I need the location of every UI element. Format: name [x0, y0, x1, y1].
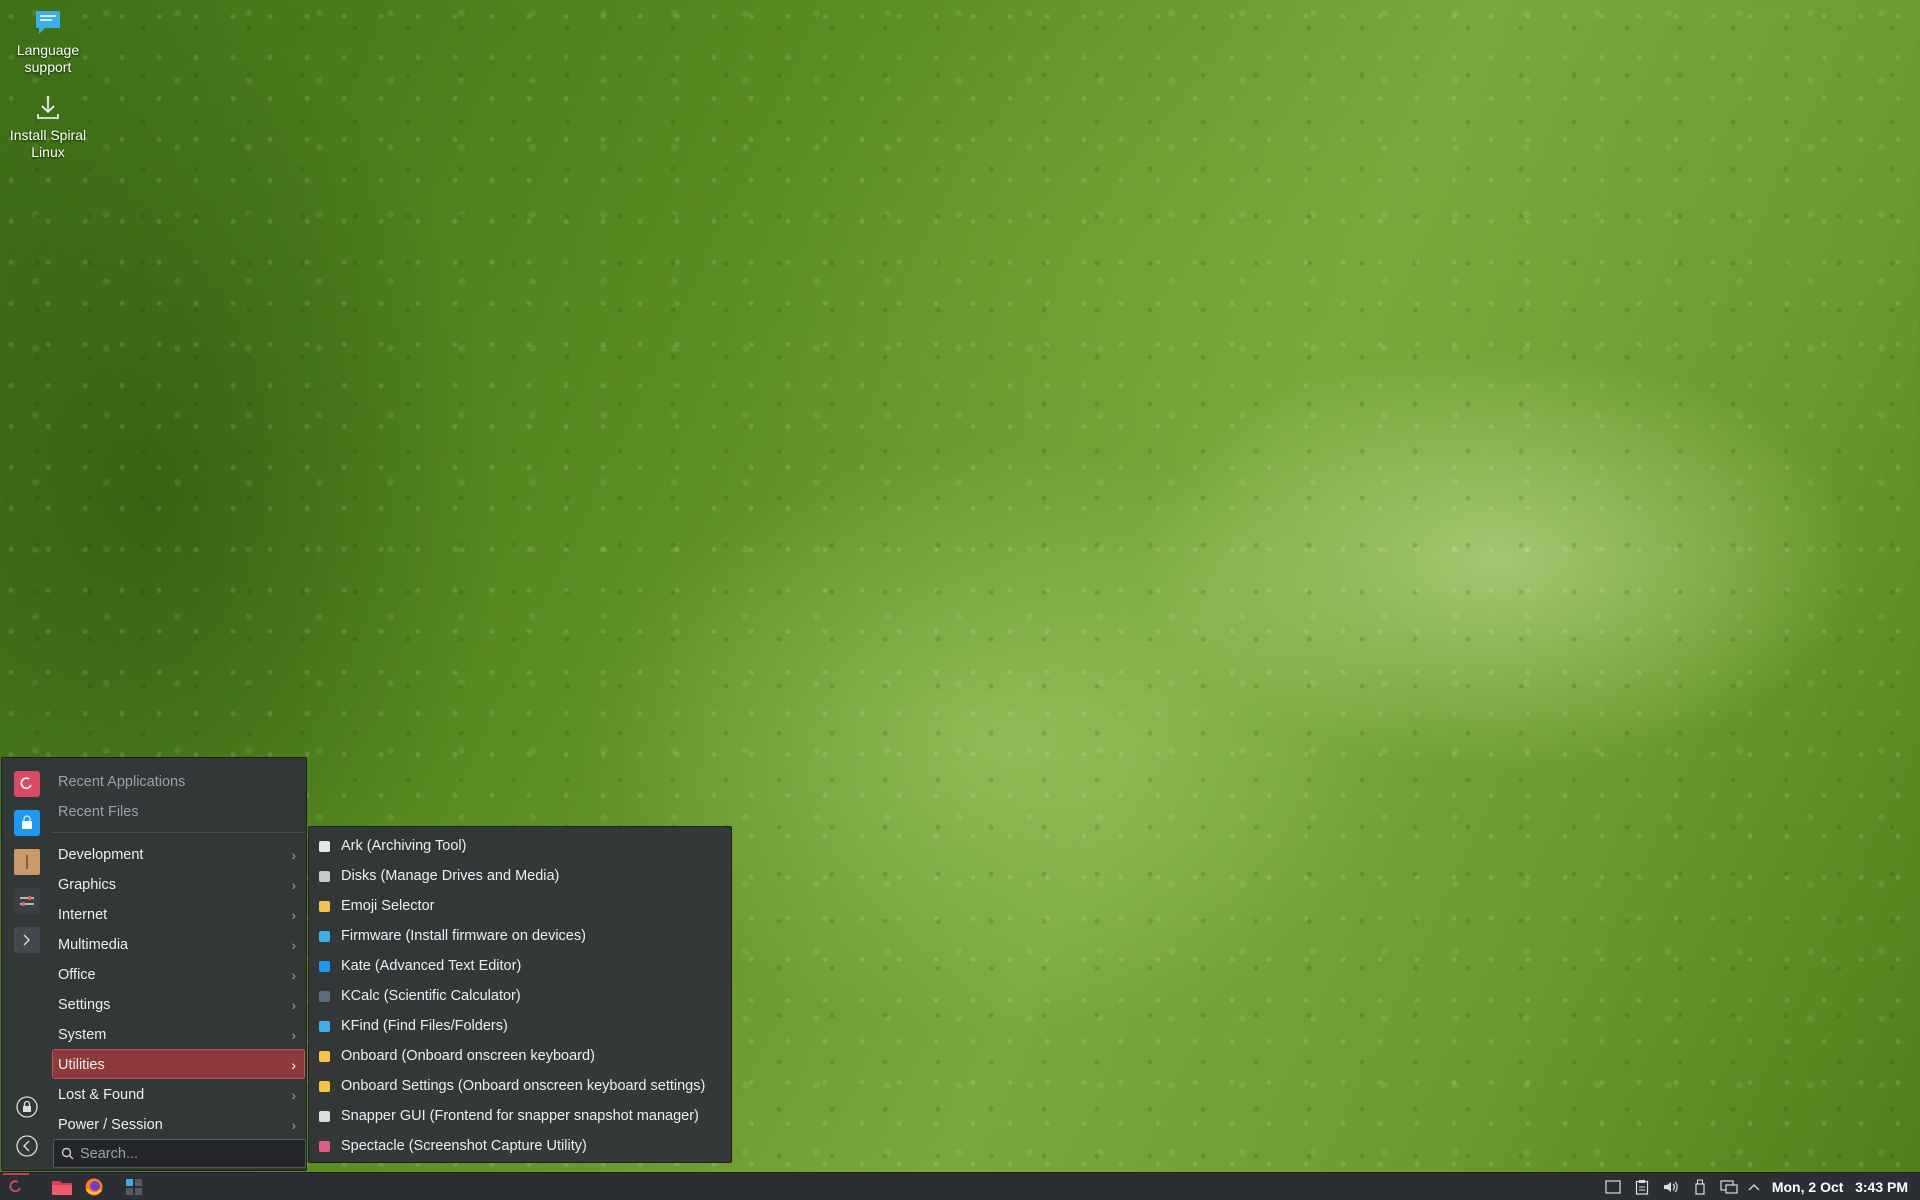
desktop-icon-install[interactable]: Install Spiral Linux — [0, 93, 96, 161]
submenu-item-label: Disks (Manage Drives and Media) — [341, 868, 560, 884]
desktop-icon-language-support[interactable]: Language support — [0, 8, 96, 76]
snapshot-icon — [317, 1109, 331, 1123]
menu-item-recent-files[interactable]: Recent Files — [52, 796, 305, 826]
sliders-icon[interactable] — [14, 888, 40, 914]
pager-icon[interactable] — [118, 1173, 150, 1200]
utilities-submenu: Ark (Archiving Tool) Disks (Manage Drives… — [308, 826, 732, 1163]
emoji-icon — [317, 899, 331, 913]
calculator-icon — [317, 989, 331, 1003]
chip-icon — [317, 929, 331, 943]
submenu-item[interactable]: KFind (Find Files/Folders) — [309, 1011, 731, 1041]
application-menu: Recent Applications Recent Files Develop… — [1, 757, 307, 1171]
submenu-item-label: Ark (Archiving Tool) — [341, 838, 467, 854]
submenu-item[interactable]: Ark (Archiving Tool) — [309, 831, 731, 861]
submenu-item[interactable]: Onboard Settings (Onboard onscreen keybo… — [309, 1071, 731, 1101]
favorites-rail — [2, 758, 50, 1170]
menu-item-system[interactable]: System › — [52, 1019, 305, 1049]
menu-item-lost-and-found[interactable]: Lost & Found › — [52, 1079, 305, 1109]
submenu-item-label: Emoji Selector — [341, 898, 435, 914]
desktop-icon-label: Language support — [16, 42, 80, 75]
submenu-item[interactable]: Firmware (Install firmware on devices) — [309, 921, 731, 951]
chevron-right-icon: › — [291, 1117, 296, 1133]
back-arrow-icon[interactable] — [14, 1133, 40, 1159]
kate-icon — [317, 959, 331, 973]
menu-item-utilities[interactable]: Utilities › — [52, 1049, 305, 1079]
archive-icon — [317, 839, 331, 853]
clock-time: 3:43 PM — [1855, 1178, 1908, 1195]
screenshot-icon — [317, 1139, 331, 1153]
clock-date: Mon, 2 Oct — [1771, 1178, 1844, 1195]
menu-item-office[interactable]: Office › — [52, 959, 305, 989]
menu-item-multimedia[interactable]: Multimedia › — [52, 929, 305, 959]
submenu-item[interactable]: Onboard (Onboard onscreen keyboard) — [309, 1041, 731, 1071]
package-box-icon[interactable] — [14, 849, 40, 875]
digital-clock[interactable]: Mon, 2 Oct 3:43 PM — [1764, 1179, 1912, 1195]
download-icon — [37, 96, 59, 119]
keyboard-icon — [317, 1049, 331, 1063]
submenu-item[interactable]: KCalc (Scientific Calculator) — [309, 981, 731, 1011]
expand-tray-icon[interactable] — [1744, 1173, 1764, 1200]
search-icon — [54, 1147, 80, 1160]
submenu-item-label: Snapper GUI (Frontend for snapper snapsh… — [341, 1108, 699, 1124]
submenu-item[interactable]: Spectacle (Screenshot Capture Utility) — [309, 1131, 731, 1161]
menu-item-recent-applications[interactable]: Recent Applications — [52, 766, 305, 796]
menu-item-power-session[interactable]: Power / Session › — [52, 1109, 305, 1139]
submenu-item-label: KFind (Find Files/Folders) — [341, 1018, 508, 1034]
submenu-item[interactable]: Disks (Manage Drives and Media) — [309, 861, 731, 891]
application-launcher-icon[interactable] — [0, 1172, 32, 1200]
submenu-item[interactable]: Kate (Advanced Text Editor) — [309, 951, 731, 981]
store-bag-icon[interactable] — [14, 810, 40, 836]
submenu-item-label: KCalc (Scientific Calculator) — [341, 988, 521, 1004]
menu-list: Recent Applications Recent Files Develop… — [52, 766, 305, 1139]
chevron-right-icon: › — [291, 937, 296, 953]
submenu-item-label: Spectacle (Screenshot Capture Utility) — [341, 1138, 587, 1154]
search-input[interactable] — [80, 1145, 280, 1162]
menu-separator — [52, 832, 305, 833]
firefox-icon[interactable] — [78, 1173, 110, 1200]
network-icon[interactable] — [1715, 1173, 1744, 1200]
debian-swirl-icon[interactable] — [14, 771, 40, 797]
lock-icon[interactable] — [14, 1094, 40, 1120]
chevron-right-icon: › — [291, 997, 296, 1013]
submenu-item-label: Firmware (Install firmware on devices) — [341, 928, 586, 944]
window-icon[interactable] — [1599, 1173, 1628, 1200]
search-field[interactable] — [53, 1139, 306, 1168]
menu-item-graphics[interactable]: Graphics › — [52, 869, 305, 899]
terminal-icon[interactable] — [14, 927, 40, 953]
menu-item-development[interactable]: Development › — [52, 839, 305, 869]
submenu-item[interactable]: Emoji Selector — [309, 891, 731, 921]
disk-icon — [317, 869, 331, 883]
find-file-icon — [317, 1019, 331, 1033]
chevron-right-icon: › — [291, 1087, 296, 1103]
submenu-item-label: Kate (Advanced Text Editor) — [341, 958, 522, 974]
taskbar: Mon, 2 Oct 3:43 PM — [0, 1172, 1920, 1200]
desktop-icon-label: Install Spiral Linux — [9, 127, 87, 160]
menu-item-settings[interactable]: Settings › — [52, 989, 305, 1019]
chevron-right-icon: › — [291, 1027, 296, 1043]
chat-bubble-icon — [36, 11, 60, 34]
submenu-item-label: Onboard Settings (Onboard onscreen keybo… — [341, 1078, 706, 1094]
chevron-right-icon: › — [291, 847, 296, 863]
keyboard-settings-icon — [317, 1079, 331, 1093]
submenu-item[interactable]: Snapper GUI (Frontend for snapper snapsh… — [309, 1101, 731, 1131]
usb-device-icon[interactable] — [1686, 1173, 1715, 1200]
submenu-item-label: Onboard (Onboard onscreen keyboard) — [341, 1048, 595, 1064]
system-tray: Mon, 2 Oct 3:43 PM — [1599, 1173, 1920, 1200]
clipboard-icon[interactable] — [1628, 1173, 1657, 1200]
file-manager-icon[interactable] — [46, 1173, 78, 1200]
chevron-right-icon: › — [291, 907, 296, 923]
menu-item-internet[interactable]: Internet › — [52, 899, 305, 929]
chevron-right-icon: › — [291, 877, 296, 893]
volume-icon[interactable] — [1657, 1173, 1686, 1200]
chevron-right-icon: › — [291, 967, 296, 983]
chevron-right-icon: › — [291, 1057, 296, 1073]
